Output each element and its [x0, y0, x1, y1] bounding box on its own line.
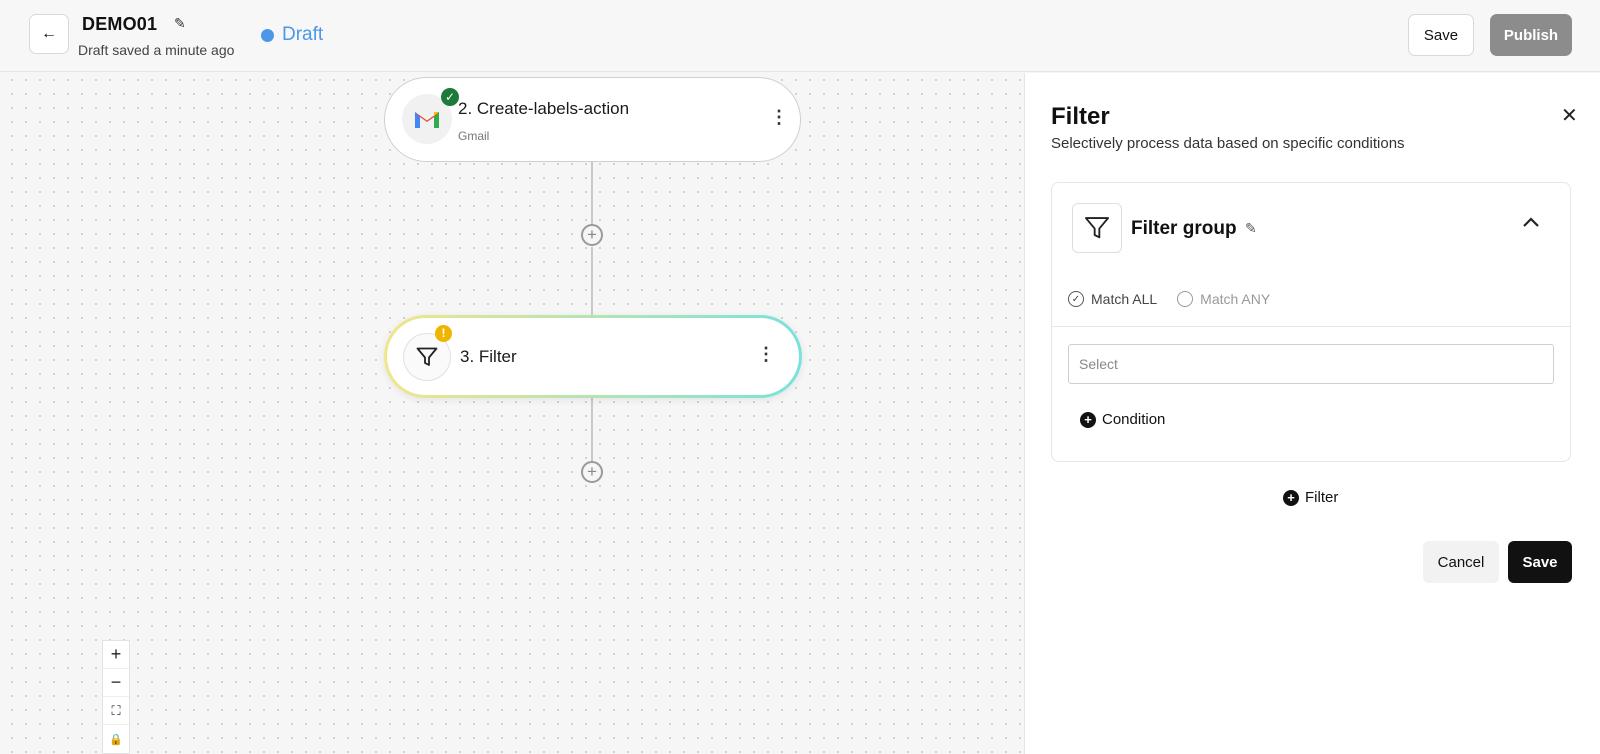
status-label: Draft — [282, 24, 324, 45]
add-filter-label: Filter — [1305, 489, 1339, 506]
filter-icon — [1072, 203, 1122, 253]
add-condition-button[interactable]: + Condition — [1080, 411, 1165, 428]
node-title: 2. Create-labels-action — [458, 99, 630, 118]
status-dot-icon — [261, 28, 274, 42]
node-menu-icon[interactable]: ⋮ — [757, 344, 775, 365]
zoom-in-icon[interactable]: + — [103, 641, 129, 669]
zoom-out-icon[interactable]: − — [103, 669, 129, 697]
match-any-label: Match ANY — [1200, 291, 1271, 307]
node-menu-icon[interactable]: ⋮ — [770, 107, 788, 128]
lock-icon[interactable]: 🔒 — [103, 725, 129, 753]
cancel-button[interactable]: Cancel — [1423, 541, 1499, 583]
success-check-icon: ✓ — [441, 88, 459, 106]
filter-panel: Filter Selectively process data based on… — [1024, 73, 1600, 754]
panel-description: Selectively process data based on specif… — [1051, 135, 1405, 152]
workflow-node-filter[interactable]: ! 3. Filter ⋮ — [384, 315, 802, 398]
check-circle-icon: ✓ — [1068, 291, 1084, 307]
pencil-icon[interactable]: ✎ — [1245, 220, 1257, 237]
workflow-node-create-labels[interactable]: ✓ 2. Create-labels-action Gmail ⋮ — [384, 77, 801, 162]
add-filter-button[interactable]: + Filter — [1283, 489, 1338, 506]
add-step-button[interactable]: + — [581, 224, 603, 246]
warning-icon: ! — [435, 325, 452, 342]
radio-empty-icon — [1177, 291, 1194, 307]
connector-line — [591, 398, 593, 464]
arrow-left-icon: ← — [41, 25, 57, 42]
match-all-label: Match ALL — [1091, 291, 1158, 307]
connector-line — [591, 162, 593, 230]
panel-title: Filter — [1051, 103, 1110, 130]
panel-save-button[interactable]: Save — [1508, 541, 1572, 583]
status-badge: Draft — [261, 24, 323, 46]
zoom-controls: + − ⛶ 🔒 — [102, 640, 130, 754]
save-button[interactable]: Save — [1408, 14, 1474, 56]
node-title: 3. Filter — [460, 347, 517, 366]
chevron-up-icon[interactable] — [1522, 215, 1540, 233]
add-step-button[interactable]: + — [581, 461, 603, 483]
top-bar: ← DEMO01 ✎ Draft saved a minute ago Draf… — [0, 0, 1600, 72]
workflow-name: DEMO01 — [82, 14, 158, 34]
back-button[interactable]: ← — [29, 14, 69, 54]
condition-select[interactable] — [1068, 344, 1554, 384]
filter-group-name: Filter group — [1131, 218, 1237, 239]
plus-circle-icon: + — [1080, 411, 1096, 428]
divider — [1052, 326, 1570, 327]
match-mode-options: ✓ Match ALL Match ANY — [1068, 291, 1270, 307]
close-icon[interactable]: ✕ — [1561, 103, 1578, 128]
connector-line — [591, 247, 593, 315]
pencil-icon[interactable]: ✎ — [174, 15, 186, 32]
plus-circle-icon: + — [1283, 489, 1299, 506]
add-condition-label: Condition — [1102, 411, 1166, 428]
publish-button[interactable]: Publish — [1490, 14, 1572, 56]
fit-view-icon[interactable]: ⛶ — [103, 697, 129, 725]
match-any-option[interactable]: Match ANY — [1177, 291, 1270, 307]
save-status-text: Draft saved a minute ago — [78, 42, 235, 58]
match-all-option[interactable]: ✓ Match ALL — [1068, 291, 1157, 307]
workflow-canvas[interactable]: + + ✓ 2. Create-labels-action Gmail ⋮ ! — [5, 73, 1024, 754]
node-app-name: Gmail — [458, 129, 490, 143]
filter-group-card: Filter group ✎ ✓ Match ALL Match ANY + C… — [1051, 182, 1571, 462]
